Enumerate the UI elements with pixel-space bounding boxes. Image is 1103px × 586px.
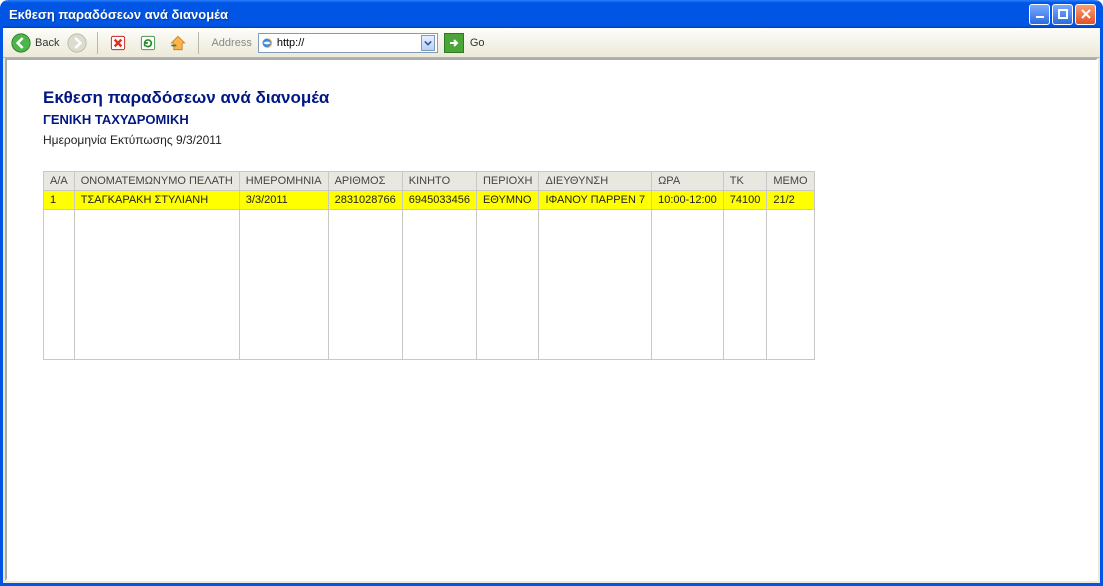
close-button[interactable] <box>1075 4 1096 25</box>
address-dropdown[interactable] <box>421 35 435 51</box>
col-mobile: ΚΙΝΗΤΟ <box>402 172 476 191</box>
cell-number: 2831028766 <box>328 191 402 210</box>
separator <box>97 32 98 54</box>
col-memo: ΜΕΜΟ <box>767 172 814 191</box>
home-icon <box>168 33 188 53</box>
go-button[interactable] <box>444 33 464 53</box>
close-icon <box>1080 8 1092 20</box>
stop-button[interactable] <box>106 31 130 55</box>
cell-date: 3/3/2011 <box>239 191 328 210</box>
report-print-date: Ημερομηνία Εκτύπωσης 9/3/2011 <box>43 133 1060 147</box>
table-row: 1 ΤΣΑΓΚΑΡΑΚΗ ΣΤΥΛΙΑΝΗ 3/3/2011 283102876… <box>44 191 815 210</box>
back-button[interactable] <box>9 31 33 55</box>
back-icon <box>11 33 31 53</box>
ie-icon <box>261 36 273 50</box>
report-table: Α/Α ΟΝΟΜΑΤΕΜΩΝΥΜΟ ΠΕΛΑΤΗ ΗΜΕΡΟΜΗΝΙΑ ΑΡΙΘ… <box>43 171 815 360</box>
cell-tk: 74100 <box>723 191 767 210</box>
address-field[interactable] <box>258 33 438 53</box>
maximize-button[interactable] <box>1052 4 1073 25</box>
forward-icon <box>67 33 87 53</box>
go-label: Go <box>470 37 485 49</box>
col-tk: ΤΚ <box>723 172 767 191</box>
cell-aa: 1 <box>44 191 75 210</box>
app-window: Εκθεση παραδόσεων ανά διανομέα Back <box>0 0 1103 586</box>
cell-region: ΕΘΥΜΝΟ <box>476 191 539 210</box>
col-region: ΠΕΡΙΟΧΗ <box>476 172 539 191</box>
col-date: ΗΜΕΡΟΜΗΝΙΑ <box>239 172 328 191</box>
refresh-icon <box>138 33 158 53</box>
col-number: ΑΡΙΘΜΟΣ <box>328 172 402 191</box>
cell-address: ΙΦΑΝΟΥ ΠΑΡΡΕΝ 7 <box>539 191 652 210</box>
report-title: Εκθεση παραδόσεων ανά διανομέα <box>43 88 1060 108</box>
back-label: Back <box>35 37 59 49</box>
back-group: Back <box>9 31 59 55</box>
cell-memo: 21/2 <box>767 191 814 210</box>
chevron-down-icon <box>424 39 432 47</box>
cell-time: 10:00-12:00 <box>652 191 724 210</box>
address-label: Address <box>211 37 251 49</box>
separator <box>198 32 199 54</box>
browser-toolbar: Back Address Go <box>3 28 1100 58</box>
report-page: Εκθεση παραδόσεων ανά διανομέα ΓΕΝΙΚΗ ΤΑ… <box>7 60 1096 388</box>
window-title: Εκθεση παραδόσεων ανά διανομέα <box>9 7 1029 22</box>
table-empty-space <box>44 210 815 360</box>
maximize-icon <box>1057 8 1069 20</box>
home-button[interactable] <box>166 31 190 55</box>
minimize-button[interactable] <box>1029 4 1050 25</box>
col-aa: Α/Α <box>44 172 75 191</box>
window-buttons <box>1029 4 1096 25</box>
refresh-button[interactable] <box>136 31 160 55</box>
titlebar: Εκθεση παραδόσεων ανά διανομέα <box>3 0 1100 28</box>
content-frame: Εκθεση παραδόσεων ανά διανομέα ΓΕΝΙΚΗ ΤΑ… <box>5 58 1098 581</box>
col-name: ΟΝΟΜΑΤΕΜΩΝΥΜΟ ΠΕΛΑΤΗ <box>74 172 239 191</box>
minimize-icon <box>1034 8 1046 20</box>
cell-name: ΤΣΑΓΚΑΡΑΚΗ ΣΤΥΛΙΑΝΗ <box>74 191 239 210</box>
col-time: ΩΡΑ <box>652 172 724 191</box>
go-arrow-icon <box>448 37 460 49</box>
cell-mobile: 6945033456 <box>402 191 476 210</box>
forward-button[interactable] <box>65 31 89 55</box>
stop-icon <box>108 33 128 53</box>
address-input[interactable] <box>275 37 421 49</box>
table-header-row: Α/Α ΟΝΟΜΑΤΕΜΩΝΥΜΟ ΠΕΛΑΤΗ ΗΜΕΡΟΜΗΝΙΑ ΑΡΙΘ… <box>44 172 815 191</box>
col-address: ΔΙΕΥΘΥΝΣΗ <box>539 172 652 191</box>
report-subtitle: ΓΕΝΙΚΗ ΤΑΧΥΔΡΟΜΙΚΗ <box>43 112 1060 127</box>
